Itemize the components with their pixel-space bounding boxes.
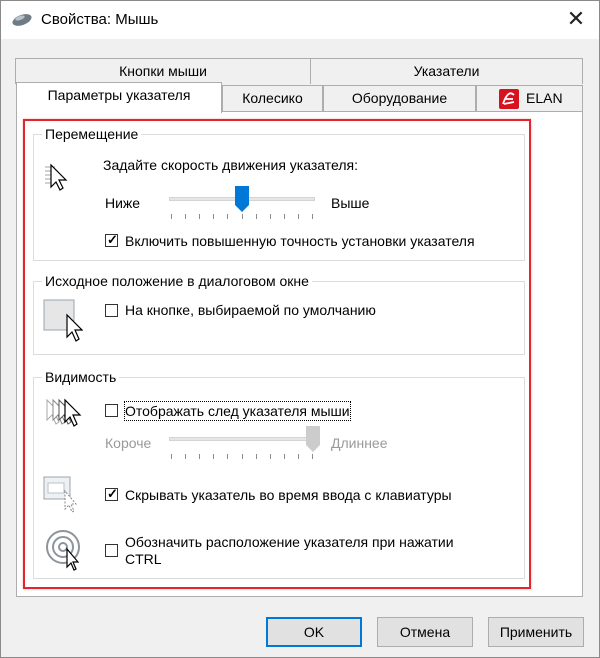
snap-to-button-icon [43,299,83,342]
title-bar[interactable]: Свойства: Мышь ✕ [1,1,599,39]
snap-to-label[interactable]: На кнопке, выбираемой по умолчанию [125,301,376,319]
pointer-trails-icon [46,398,82,427]
ok-button-label: OK [303,624,325,640]
tab-mouse-buttons[interactable]: Кнопки мыши [15,58,311,84]
check-mark-icon: ✓ [107,486,118,501]
trail-slider-track[interactable] [169,437,315,441]
group-legend: Перемещение [42,125,142,143]
trail-long-label: Длиннее [331,435,388,451]
tab-label: Кнопки мыши [119,63,207,79]
pointer-speed-icon [45,163,68,191]
tab-label: ELAN [526,90,563,106]
group-legend: Видимость [42,368,120,386]
check-mark-icon: ✓ [107,232,118,247]
slider-tick [284,214,285,219]
group-legend: Исходное положение в диалоговом окне [42,272,312,290]
slider-tick [199,454,200,459]
slider-tick [298,214,299,219]
trail-slider-thumb[interactable] [305,425,321,453]
hide-while-typing-label[interactable]: Скрывать указатель во время ввода с клав… [125,486,452,504]
tab-label: Указатели [413,63,480,79]
slider-tick [171,454,172,459]
slider-tick [213,214,214,219]
tab-elan[interactable]: ELAN [476,85,583,111]
slider-tick [227,214,228,219]
tab-label: Оборудование [351,90,448,106]
slider-tick [270,214,271,219]
slider-tick [199,214,200,219]
trails-checkbox[interactable] [105,404,118,417]
speed-fast-label: Выше [331,195,370,211]
show-location-label-line1[interactable]: Обозначить расположение указателя при на… [125,533,454,551]
tab-pointers[interactable]: Указатели [310,58,583,84]
slider-tick [171,214,172,219]
show-location-label-line2[interactable]: CTRL [125,550,162,568]
slider-tick [227,454,228,459]
slider-tick [185,214,186,219]
slider-tick [256,214,257,219]
speed-slider-ticks [171,214,313,219]
tab-label: Колесико [242,90,303,106]
apply-button-label: Применить [499,624,573,640]
slider-tick [312,214,313,219]
dialog-window: Свойства: Мышь ✕ Кнопки мыши Указатели П… [0,0,600,658]
cancel-button-label: Отмена [399,624,451,640]
precision-label[interactable]: Включить повышенную точность установки у… [125,232,475,250]
slider-tick [284,454,285,459]
show-location-checkbox[interactable] [105,544,118,557]
tab-wheel[interactable]: Колесико [222,85,323,111]
tab-pointer-options[interactable]: Параметры указателя [16,82,222,113]
ok-button[interactable]: OK [266,617,362,647]
slider-tick [312,454,313,459]
slider-tick [185,454,186,459]
show-location-ctrl-icon [46,530,80,571]
tab-hardware[interactable]: Оборудование [323,85,476,111]
precision-checkbox[interactable]: ✓ [105,232,118,247]
window-title: Свойства: Мышь [41,11,159,28]
slider-tick [298,454,299,459]
close-icon: ✕ [566,6,586,31]
slider-tick [242,454,243,459]
speed-slow-label: Ниже [105,195,141,211]
slider-tick [213,454,214,459]
trail-slider-ticks [171,454,313,459]
hide-while-typing-checkbox[interactable]: ✓ [105,486,118,501]
speed-prompt: Задайте скорость движения указателя: [103,157,358,173]
trail-short-label: Короче [105,435,152,451]
slider-tick [256,454,257,459]
trails-label[interactable]: Отображать след указателя мыши [124,401,351,421]
mouse-icon [12,14,32,26]
snap-to-checkbox[interactable] [105,304,118,317]
elan-logo-icon [499,89,519,109]
apply-button[interactable]: Применить [488,617,584,647]
hide-while-typing-icon [43,476,78,513]
speed-slider-thumb[interactable] [234,185,250,213]
cancel-button[interactable]: Отмена [377,617,473,647]
slider-tick [270,454,271,459]
close-button[interactable]: ✕ [553,1,599,39]
tab-label: Параметры указателя [47,87,191,103]
slider-tick [242,214,243,219]
